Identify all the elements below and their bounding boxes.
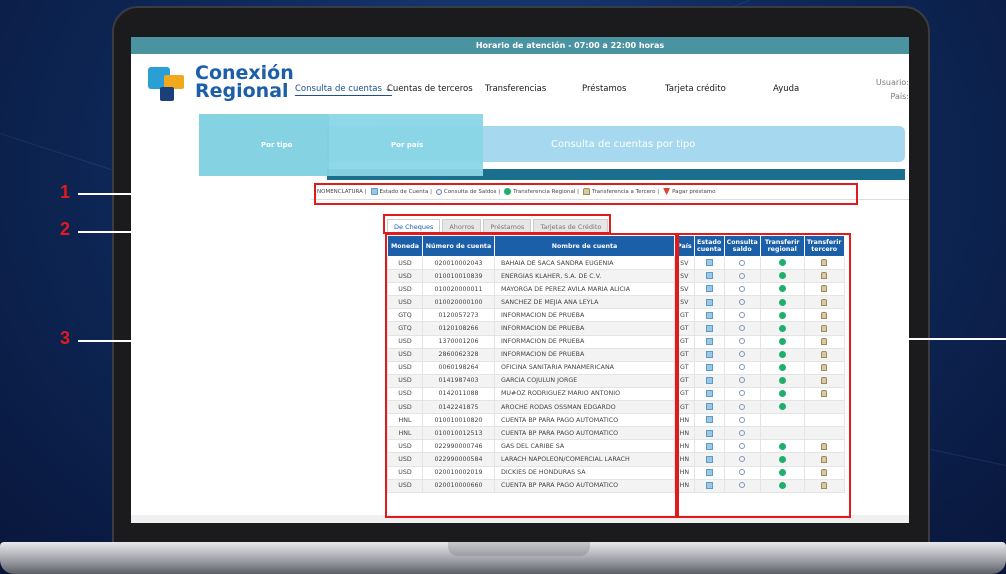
logo-text[interactable]: Conexión Regional — [195, 64, 294, 101]
nav-prestamos[interactable]: Préstamos — [582, 84, 626, 94]
callout-box-actions — [677, 233, 851, 518]
callout-number-3: 3 — [60, 328, 71, 348]
laptop-notch — [448, 542, 590, 556]
nav-tarjeta-credito[interactable]: Tarjeta crédito — [665, 84, 726, 94]
submenu-por-tipo[interactable]: Por tipo — [261, 141, 292, 149]
callout-box-tabs — [383, 214, 611, 234]
callout-line-4 — [851, 338, 1006, 340]
hours-bar: Horario de atención - 07:00 a 22:00 hora… — [131, 37, 909, 54]
nav-transferencias[interactable]: Transferencias — [485, 84, 546, 94]
user-label: Usuario: — [875, 78, 909, 87]
callout-line-2 — [78, 231, 383, 233]
logo-icon — [148, 67, 186, 103]
nav-cuentas-terceros[interactable]: Cuentas de terceros — [387, 84, 473, 94]
callout-line-3 — [78, 340, 385, 342]
nav-consulta-cuentas[interactable]: Consulta de cuentas ⌄ — [295, 84, 392, 96]
callout-number-1: 1 — [60, 182, 71, 202]
callout-line-1 — [78, 193, 314, 195]
callout-box-accounts — [385, 233, 677, 518]
header: Conexión Regional Consulta de cuentas ⌄ … — [131, 54, 909, 110]
hours-text: Horario de atención - 07:00 a 22:00 hora… — [475, 41, 665, 50]
user-info: Usuario: País: — [876, 76, 909, 104]
country-label: País: — [890, 92, 909, 101]
submenu-por-pais[interactable]: Por país — [391, 141, 423, 149]
callout-box-legend — [314, 183, 858, 205]
page-title: Consulta de cuentas por tipo — [551, 139, 696, 150]
consulta-submenu: Por tipo Por país — [199, 114, 483, 176]
nav-ayuda[interactable]: Ayuda — [773, 84, 799, 94]
callout-number-2: 2 — [60, 219, 71, 239]
